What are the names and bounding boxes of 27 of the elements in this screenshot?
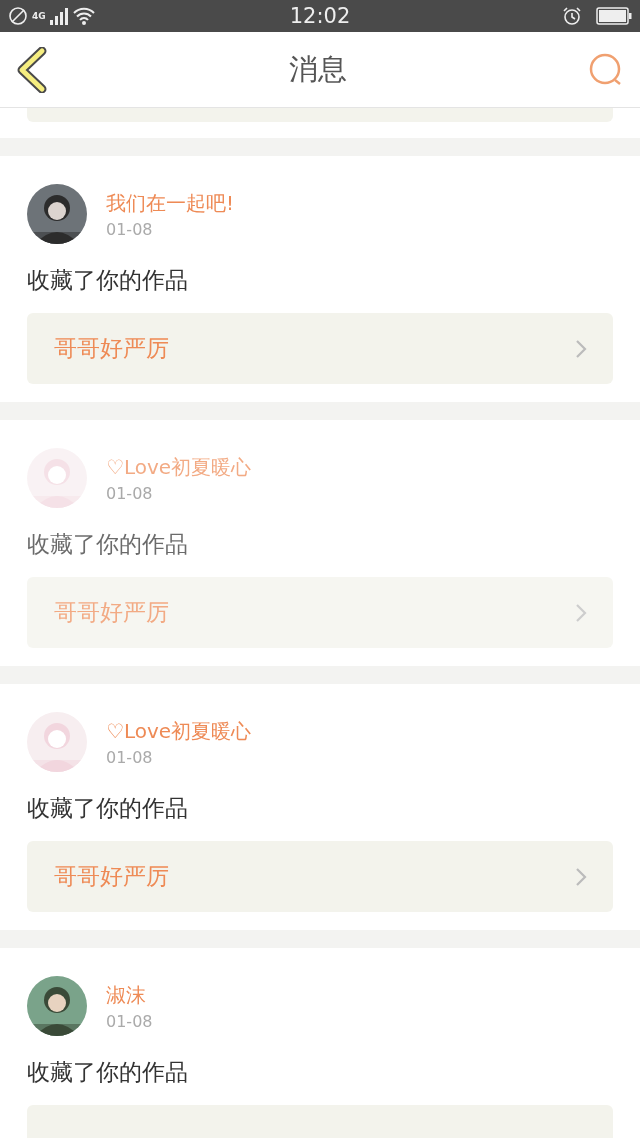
clock-time: 12:02 (289, 4, 351, 28)
work-link[interactable]: 哥哥好严厉 (27, 313, 613, 384)
message-text: 收藏了你的作品 (27, 1058, 189, 1087)
work-link[interactable]: 哥哥好严厉 (27, 577, 613, 648)
user-name[interactable]: ♡Love初夏暖心 (106, 453, 252, 480)
chevron-right-icon (575, 866, 587, 887)
signal-icon (49, 7, 68, 25)
page-title: 消息 (289, 50, 347, 88)
chevron-right-icon (575, 338, 587, 359)
message-date: 01-08 (106, 747, 154, 767)
user-name[interactable]: 我们在一起吧! (106, 189, 235, 216)
message-date: 01-08 (106, 483, 154, 503)
no-sim-icon (8, 6, 28, 26)
message-text: 收藏了你的作品 (27, 530, 189, 559)
message-text: 收藏了你的作品 (27, 794, 189, 823)
message-text: 收藏了你的作品 (27, 266, 189, 295)
alarm-icon (562, 6, 582, 26)
chevron-right-icon (575, 602, 587, 623)
message-date: 01-08 (106, 219, 154, 239)
battery-icon (596, 7, 632, 25)
network-type: 4G (32, 11, 46, 21)
back-button[interactable] (16, 46, 48, 93)
work-link[interactable]: 哥哥好严厉 (27, 841, 613, 912)
user-name[interactable]: 淑沫 (106, 981, 153, 1008)
user-name[interactable]: ♡Love初夏暖心 (106, 717, 252, 744)
wifi-icon (71, 6, 96, 26)
message-date: 01-08 (106, 1011, 153, 1031)
